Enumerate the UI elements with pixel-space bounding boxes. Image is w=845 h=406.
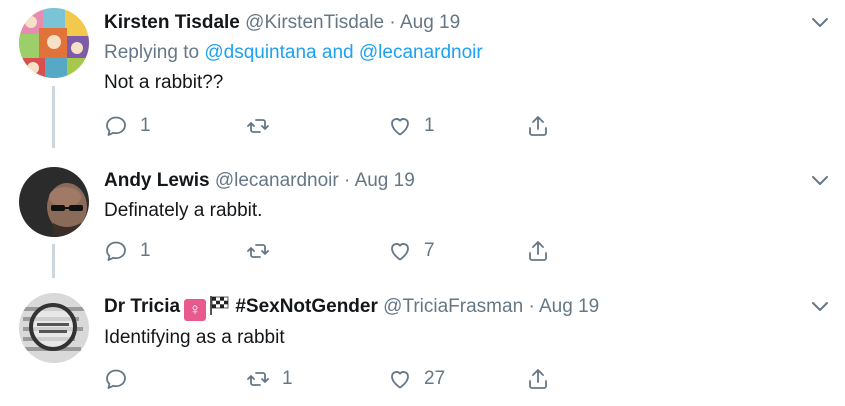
reply-icon [106, 241, 126, 261]
retweet-button[interactable] [246, 237, 282, 265]
reply-button[interactable]: 1 [104, 112, 151, 140]
replying-to: Replying to @dsquintana and @lecanardnoi… [104, 40, 825, 66]
and-text: and [321, 42, 354, 63]
avatar[interactable] [19, 8, 89, 78]
heart-icon [391, 243, 409, 261]
like-button[interactable]: 27 [388, 365, 445, 393]
tweet-actions: 1 1 [104, 112, 564, 140]
like-button[interactable]: 7 [388, 237, 435, 265]
display-name[interactable]: Kirsten Tisdale [104, 12, 240, 33]
retweet-button[interactable] [246, 112, 282, 140]
heart-icon [391, 118, 409, 136]
separator: · [528, 296, 535, 317]
avatar[interactable] [19, 167, 89, 237]
tweet-header: Kirsten Tisdale @KirstenTisdale · Aug 19 [104, 10, 825, 36]
reply-button[interactable]: 1 [104, 237, 151, 265]
tweet[interactable]: Dr Tricia ♀ #SexNotGender @TriciaFrasman … [0, 280, 845, 406]
handle[interactable]: @TriciaFrasman [383, 296, 523, 317]
retweet-icon [247, 119, 269, 133]
handle[interactable]: @KirstenTisdale [245, 12, 384, 33]
reply-icon [106, 116, 126, 136]
share-icon [529, 369, 547, 389]
chevron-down-icon[interactable] [811, 298, 829, 316]
tweet-text: Definately a rabbit. [104, 200, 263, 221]
mention-link[interactable]: @dsquintana [204, 42, 316, 63]
reply-count: 1 [140, 240, 151, 261]
mention-link[interactable]: @lecanardnoir [359, 42, 483, 63]
share-button[interactable] [526, 365, 550, 393]
timestamp[interactable]: Aug 19 [400, 12, 460, 33]
timestamp[interactable]: Aug 19 [355, 170, 415, 191]
female-sign-icon: ♀ [184, 299, 207, 321]
separator: · [344, 170, 351, 191]
avatar[interactable] [19, 293, 89, 363]
reply-count: 1 [140, 115, 151, 136]
reply-icon [106, 369, 126, 389]
display-name[interactable]: Dr Tricia [104, 296, 180, 317]
checkered-flag-icon [210, 296, 229, 315]
chevron-down-icon[interactable] [811, 14, 829, 32]
chevron-down-icon[interactable] [811, 172, 829, 190]
timestamp[interactable]: Aug 19 [539, 296, 599, 317]
tweet-text: Not a rabbit?? [104, 72, 224, 93]
handle[interactable]: @lecanardnoir [215, 170, 339, 191]
share-icon [529, 116, 547, 136]
retweet-count: 1 [282, 368, 293, 389]
tweet-actions: 1 27 [104, 365, 564, 393]
retweet-icon [247, 372, 269, 386]
hashtag[interactable]: #SexNotGender [235, 296, 378, 317]
reply-button[interactable] [104, 365, 140, 393]
heart-icon [391, 371, 409, 389]
separator: · [389, 12, 396, 33]
tweet[interactable]: Kirsten Tisdale @KirstenTisdale · Aug 19… [0, 0, 845, 150]
like-count: 27 [424, 368, 446, 389]
like-button[interactable]: 1 [388, 112, 435, 140]
tweet-header: Andy Lewis @lecanardnoir · Aug 19 [104, 168, 825, 194]
like-count: 7 [424, 240, 435, 261]
retweet-icon [247, 244, 269, 258]
retweet-button[interactable]: 1 [246, 365, 293, 393]
tweet-actions: 1 7 [104, 237, 564, 265]
tweet-header: Dr Tricia ♀ #SexNotGender @TriciaFrasman … [104, 294, 825, 321]
replying-to-label: Replying to [104, 42, 200, 63]
like-count: 1 [424, 115, 435, 136]
tweet-text: Identifying as a rabbit [104, 327, 285, 348]
display-name[interactable]: Andy Lewis [104, 170, 210, 191]
share-button[interactable] [526, 112, 550, 140]
share-icon [529, 241, 547, 261]
share-button[interactable] [526, 237, 550, 265]
tweet[interactable]: Andy Lewis @lecanardnoir · Aug 19 Defina… [0, 150, 845, 280]
